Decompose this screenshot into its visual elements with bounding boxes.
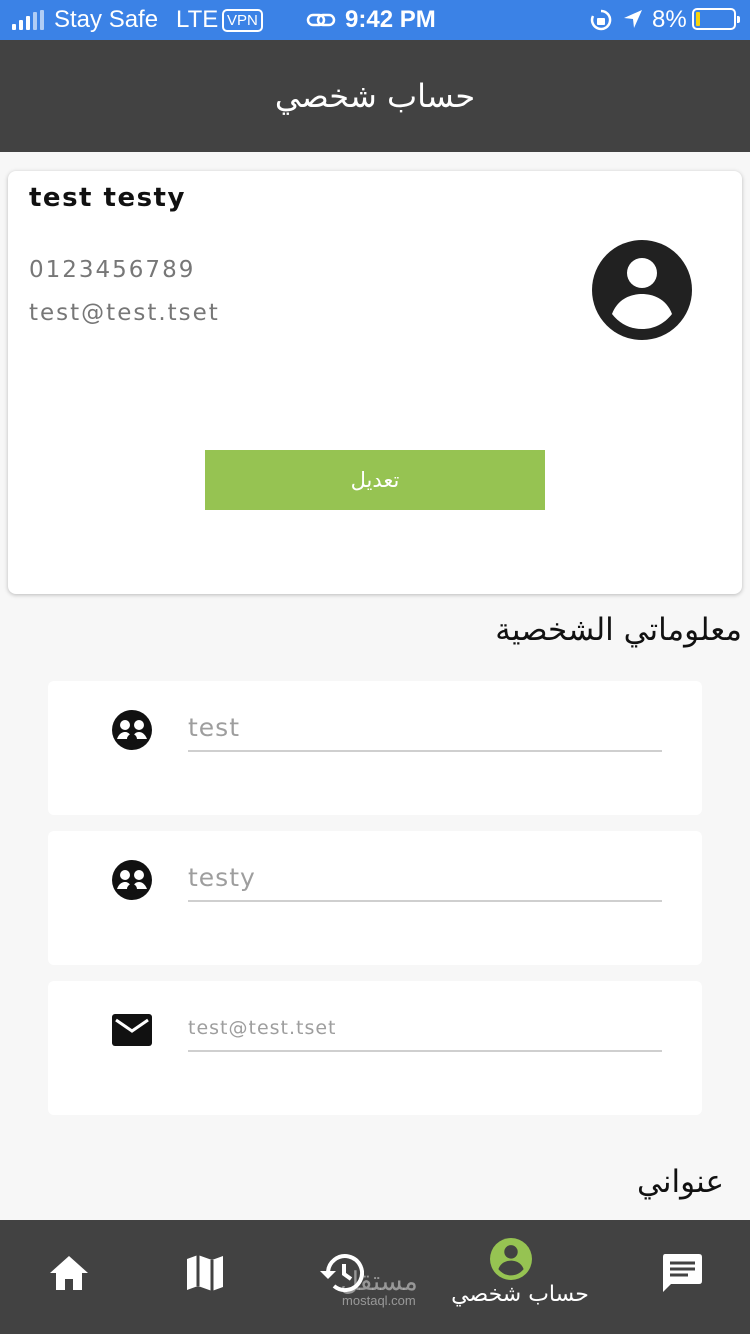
map-icon: [187, 1255, 223, 1291]
network-type: LTE: [176, 6, 219, 33]
battery-percent: 8%: [652, 6, 687, 33]
vpn-badge: VPN: [222, 9, 263, 32]
profile-phone: 0123456789: [29, 257, 196, 283]
section-title-personal-info: معلوماتي الشخصية: [495, 612, 742, 648]
link-icon: [306, 13, 336, 27]
email-card: [48, 981, 702, 1115]
app-header: حساب شخصي: [0, 40, 750, 152]
rotation-lock-icon: [590, 9, 612, 31]
page-title: حساب شخصي: [274, 77, 476, 115]
carrier-name: Stay Safe: [54, 6, 159, 33]
nav-item-map[interactable]: [156, 1220, 256, 1334]
nav-item-chat[interactable]: [634, 1220, 734, 1334]
account-circle-icon: [592, 240, 692, 340]
last-name-card: [48, 831, 702, 965]
signal-icon: [12, 10, 44, 30]
profile-email: test@test.tset: [29, 300, 220, 326]
account-circle-icon: [490, 1238, 532, 1280]
clock: 9:42 PM: [345, 6, 436, 33]
mail-icon: [112, 1014, 152, 1046]
bottom-nav: حساب شخصي: [0, 1220, 750, 1334]
profile-card: test testy 0123456789 test@test.tset تعد…: [8, 171, 742, 594]
first-name-card: [48, 681, 702, 815]
section-title-address: عنواني: [637, 1164, 724, 1200]
home-icon: [50, 1256, 88, 1290]
edit-button[interactable]: تعديل: [205, 450, 545, 510]
people-circle-icon: [112, 860, 152, 900]
email-field[interactable]: [188, 1005, 662, 1052]
status-bar: Stay Safe LTE VPN 9:42 PM 8%: [0, 0, 750, 40]
nav-item-home[interactable]: [20, 1220, 120, 1334]
first-name-input[interactable]: [188, 705, 662, 752]
people-circle-icon: [112, 710, 152, 750]
nav-item-history[interactable]: [296, 1220, 396, 1334]
battery-icon: [692, 8, 740, 30]
nav-label-profile: حساب شخصي: [451, 1282, 589, 1307]
profile-name: test testy: [29, 183, 186, 213]
last-name-input[interactable]: [188, 855, 662, 902]
location-icon: [624, 10, 642, 28]
nav-item-profile[interactable]: حساب شخصي: [430, 1220, 610, 1334]
chat-icon: [663, 1254, 702, 1292]
history-icon: [320, 1254, 364, 1292]
